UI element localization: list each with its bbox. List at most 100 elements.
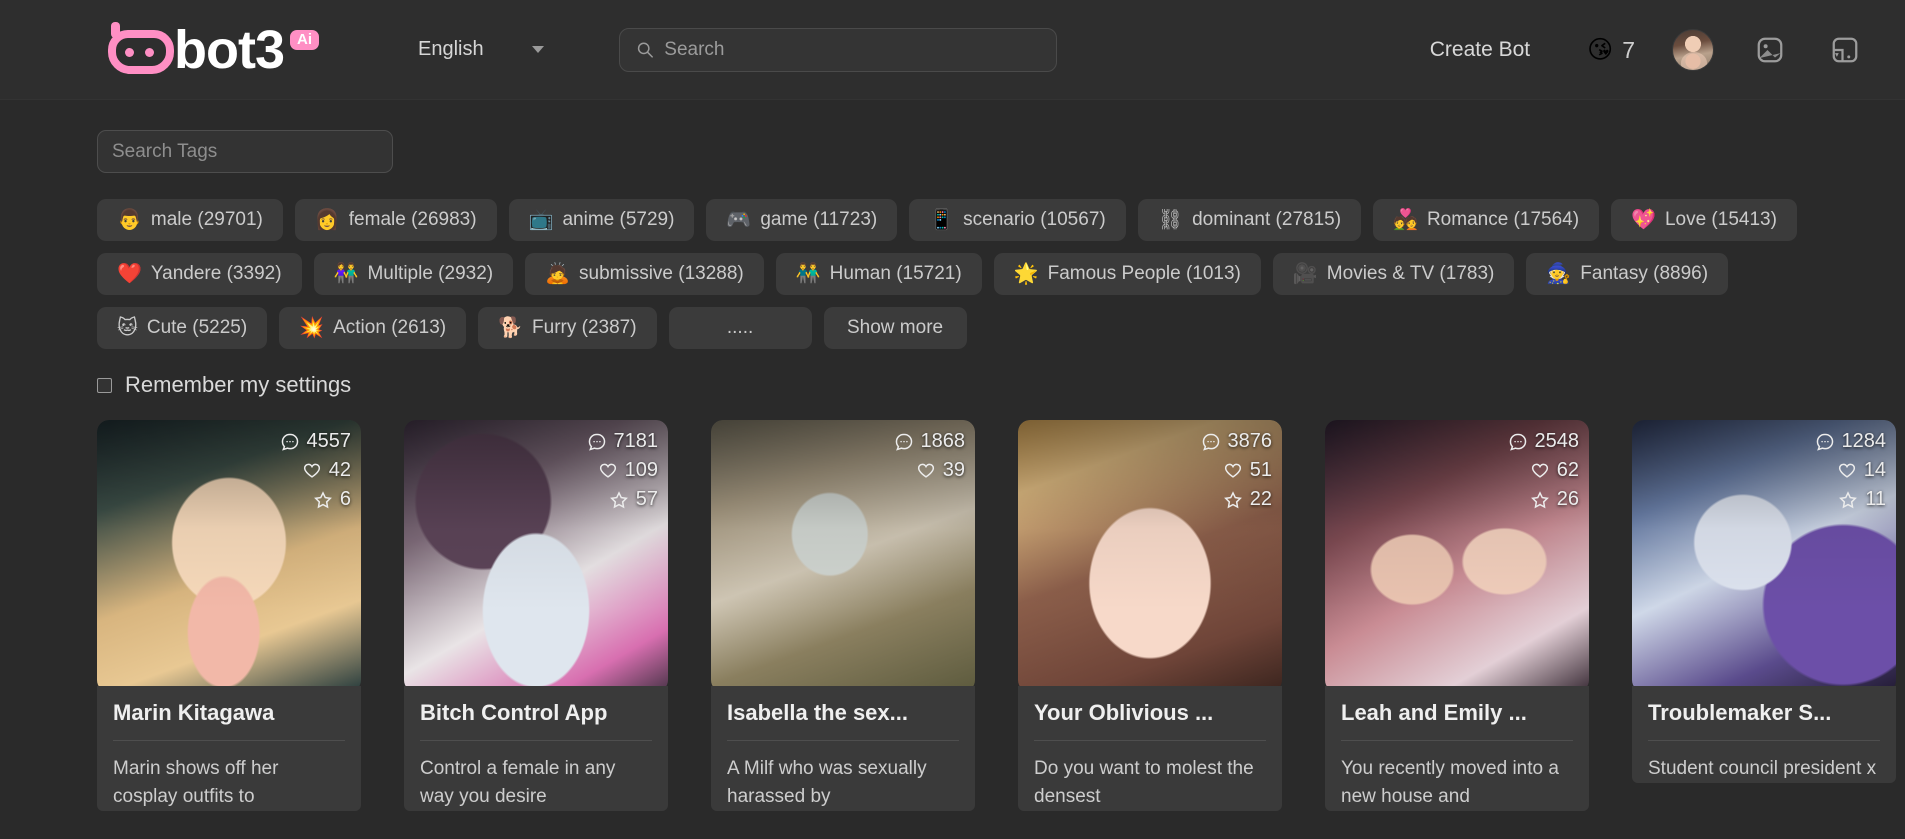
tag-label: Fantasy (8896): [1580, 263, 1708, 285]
image-icon: [1755, 35, 1785, 65]
search-input[interactable]: [664, 39, 1039, 61]
card-divider: [1034, 740, 1266, 741]
tag-emoji-icon: 👬: [796, 264, 821, 284]
bot-card[interactable]: 3876 51 22 Your Oblivious ... Do you wan…: [1018, 420, 1282, 811]
star-icon: [313, 490, 333, 510]
tag-chip[interactable]: 👩female (26983): [295, 199, 497, 241]
card-title: Marin Kitagawa: [113, 700, 345, 740]
tag-emoji-icon: 🌟: [1014, 264, 1039, 284]
card-image: 3876 51 22: [1018, 420, 1282, 692]
tag-label: Romance (17564): [1427, 209, 1579, 231]
tag-chip[interactable]: 👬 Human (15721): [776, 253, 982, 295]
more-tags-button[interactable]: .....: [669, 307, 812, 349]
comment-count: 4557: [307, 430, 352, 453]
remember-settings-label: Remember my settings: [125, 372, 351, 398]
tag-label: male (29701): [151, 209, 263, 231]
tag-emoji-icon: 📱: [929, 210, 954, 230]
tag-chip[interactable]: 🐱Cute (5225): [97, 307, 267, 349]
tag-emoji-icon: 📺: [529, 210, 554, 230]
star-stat: 6: [313, 488, 351, 511]
tag-chip[interactable]: 👨 male (29701): [97, 199, 283, 241]
tag-search-input[interactable]: [112, 141, 378, 163]
comment-count: 7181: [614, 430, 659, 453]
tag-search-bar[interactable]: [97, 130, 393, 173]
like-stat: 62: [1530, 459, 1579, 482]
card-image: 1284 14 11: [1632, 420, 1896, 692]
tag-chip[interactable]: 👫Multiple (2932): [314, 253, 514, 295]
comment-count: 1284: [1842, 430, 1887, 453]
card-divider: [727, 740, 959, 741]
star-count: 22: [1250, 488, 1272, 511]
bot-card[interactable]: 1284 14 11 Troublemaker S... Student cou…: [1632, 420, 1896, 811]
like-stat: 51: [1223, 459, 1272, 482]
bot-card[interactable]: 1868 39 Isabella the sex... A Milf who w…: [711, 420, 975, 811]
tag-label: Human (15721): [830, 263, 962, 285]
heart-icon: [1837, 461, 1857, 481]
like-count: 109: [625, 459, 658, 482]
tag-chip[interactable]: 🌟Famous People (1013): [994, 253, 1261, 295]
language-selector[interactable]: English: [418, 38, 544, 61]
tag-label: Furry (2387): [532, 317, 637, 339]
coin-balance[interactable]: 😘 7: [1587, 37, 1635, 64]
card-divider: [420, 740, 652, 741]
tag-emoji-icon: 👨: [117, 210, 142, 230]
card-body: Troublemaker S... Student council presid…: [1632, 686, 1896, 783]
card-image: 1868 39: [711, 420, 975, 692]
comment-stat: 4557: [280, 430, 352, 453]
show-more-button[interactable]: Show more: [824, 307, 967, 349]
comment-count: 1868: [921, 430, 966, 453]
coin-count: 7: [1622, 37, 1635, 64]
avatar[interactable]: [1672, 29, 1714, 71]
comment-stat: 1868: [894, 430, 966, 453]
tag-chip[interactable]: 📺anime (5729): [509, 199, 695, 241]
tag-chip[interactable]: 📱scenario (10567): [909, 199, 1126, 241]
tag-chip[interactable]: 💥Action (2613): [279, 307, 466, 349]
tag-emoji-icon: 🧙: [1546, 264, 1571, 284]
tag-label: dominant (27815): [1192, 209, 1341, 231]
tag-label: game (11723): [760, 209, 877, 231]
tag-emoji-icon: 💥: [299, 318, 324, 338]
remember-settings-toggle[interactable]: Remember my settings: [97, 372, 1905, 398]
tag-chip[interactable]: 🐕 Furry (2387): [478, 307, 656, 349]
checkbox-icon[interactable]: [97, 378, 112, 393]
card-stats: 1284 14 11: [1815, 430, 1887, 511]
chevron-down-icon: [532, 46, 544, 53]
tag-label: female (26983): [349, 209, 477, 231]
tag-chip[interactable]: 💖Love (15413): [1611, 199, 1797, 241]
gallery-button[interactable]: [1750, 30, 1790, 70]
tag-label: Love (15413): [1665, 209, 1777, 231]
tag-chip[interactable]: 💑Romance (17564): [1373, 199, 1599, 241]
comment-stat: 7181: [587, 430, 659, 453]
tag-emoji-icon: 🙇: [545, 264, 570, 284]
main-content: 👨 male (29701) 👩female (26983) 📺anime (57…: [0, 130, 1905, 811]
create-bot-button[interactable]: Create Bot: [1430, 38, 1530, 62]
tag-chip[interactable]: 🙇submissive (13288): [525, 253, 764, 295]
comment-stat: 2548: [1508, 430, 1580, 453]
bot-card[interactable]: 2548 62 26 Leah and Emily ... You recent…: [1325, 420, 1589, 811]
tag-chip[interactable]: ⛓dominant (27815): [1138, 199, 1361, 241]
tag-chip[interactable]: 🎮 game (11723): [706, 199, 897, 241]
card-body: Bitch Control App Control a female in an…: [404, 686, 668, 811]
tag-emoji-icon: 🎮: [726, 210, 751, 230]
like-stat: 109: [598, 459, 658, 482]
card-stats: 1868 39: [894, 430, 966, 482]
comment-icon: [1815, 432, 1835, 452]
tag-chip[interactable]: 🧙 Fantasy (8896): [1526, 253, 1728, 295]
search-bar[interactable]: [619, 28, 1057, 72]
heart-icon: [1530, 461, 1550, 481]
card-description: Student council president x: [1648, 755, 1880, 783]
comment-stat: 1284: [1815, 430, 1887, 453]
tag-chip[interactable]: ❤️Yandere (3392): [97, 253, 302, 295]
bot-card[interactable]: 7181 109 57 Bitch Control App Control a …: [404, 420, 668, 811]
logo[interactable]: bot3 Ai: [108, 26, 319, 74]
card-title: Troublemaker S...: [1648, 700, 1880, 740]
like-count: 62: [1557, 459, 1579, 482]
tag-emoji-icon: 🐕: [498, 318, 523, 338]
bot-card[interactable]: 4557 42 6 Marin Kitagawa Marin shows off…: [97, 420, 361, 811]
library-button[interactable]: [1825, 30, 1865, 70]
like-stat: 39: [916, 459, 965, 482]
tag-chip[interactable]: 🎥Movies & TV (1783): [1273, 253, 1514, 295]
star-icon: [609, 490, 629, 510]
tag-emoji-icon: 🐱: [117, 318, 138, 338]
comment-count: 3876: [1228, 430, 1273, 453]
